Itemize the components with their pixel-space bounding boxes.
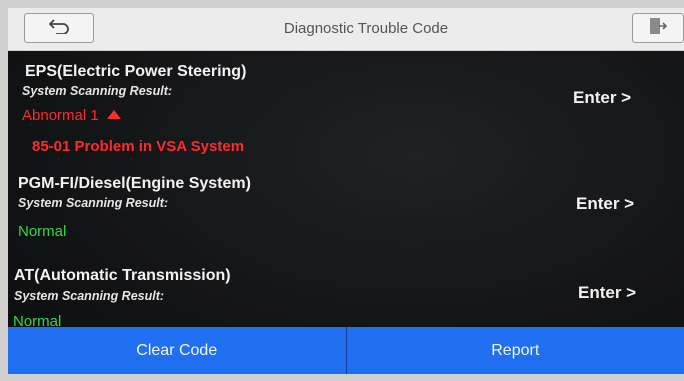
- system-name: AT(Automatic Transmission): [14, 267, 231, 284]
- report-button[interactable]: Report: [346, 327, 684, 374]
- enter-button[interactable]: Enter >: [578, 283, 636, 303]
- warning-triangle-icon: [106, 110, 121, 119]
- exit-button[interactable]: [632, 13, 684, 43]
- back-button[interactable]: [24, 13, 94, 43]
- clear-code-button[interactable]: Clear Code: [8, 327, 347, 374]
- system-item-eps[interactable]: EPS(Electric Power Steering) System Scan…: [8, 51, 684, 163]
- scan-result-label: System Scanning Result:: [22, 84, 173, 98]
- back-arrow-icon: [48, 18, 70, 39]
- system-list: EPS(Electric Power Steering) System Scan…: [8, 51, 684, 330]
- trouble-code: 85-01 Problem in VSA System: [32, 138, 245, 155]
- header-bar: Diagnostic Trouble Code: [8, 8, 684, 51]
- system-item-at[interactable]: AT(Automatic Transmission) System Scanni…: [8, 255, 684, 330]
- screen: Diagnostic Trouble Code EPS(Electric Pow…: [8, 8, 684, 374]
- exit-icon: [648, 17, 668, 40]
- status-abnormal: Abnormal 1: [22, 107, 121, 124]
- status-normal: Normal: [18, 223, 67, 240]
- system-name: PGM-FI/Diesel(Engine System): [18, 175, 251, 192]
- system-name: EPS(Electric Power Steering): [25, 63, 247, 80]
- action-bar: Clear Code Report: [8, 327, 684, 374]
- device-frame: Diagnostic Trouble Code EPS(Electric Pow…: [0, 0, 684, 381]
- system-item-pgm-fi[interactable]: PGM-FI/Diesel(Engine System) System Scan…: [8, 163, 684, 255]
- enter-button[interactable]: Enter >: [573, 88, 631, 108]
- page-title: Diagnostic Trouble Code: [283, 20, 449, 37]
- scan-result-label: System Scanning Result:: [18, 196, 169, 210]
- enter-button[interactable]: Enter >: [576, 194, 634, 214]
- scan-result-label: System Scanning Result:: [14, 289, 165, 303]
- status-text: Abnormal 1: [22, 107, 99, 124]
